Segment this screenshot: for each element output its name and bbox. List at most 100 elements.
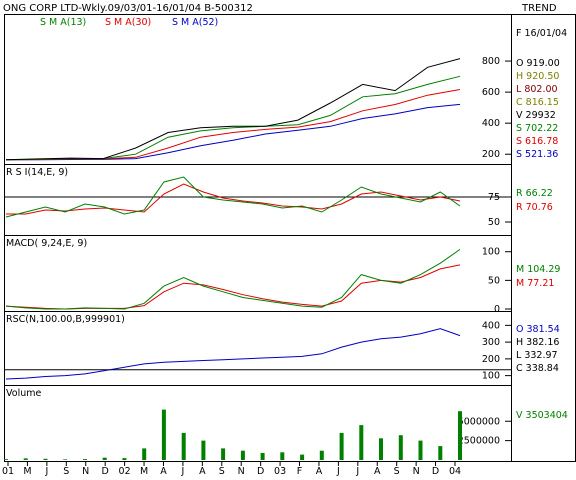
volume-bar [43, 458, 48, 460]
x-axis-tick-label: D [432, 466, 439, 477]
price-axis-tick-label: 200 [482, 149, 500, 160]
macd-value-2: M 77.21 [516, 278, 554, 289]
price-axis-tick-label: 400 [482, 118, 500, 129]
macd-axis-tick-label: 100 [482, 247, 500, 258]
x-axis-tick-label: J [181, 466, 185, 477]
rsc-axis-tick-label: 300 [482, 337, 500, 348]
rsi-panel [4, 164, 512, 236]
volume-bar [4, 459, 8, 460]
x-axis-tick-label: A [160, 466, 167, 477]
price-axis-tick-label: 600 [482, 87, 500, 98]
macd-axis-tick-label: 50 [488, 275, 500, 286]
macd-value-1: M 104.29 [516, 264, 560, 275]
volume-bar [339, 432, 344, 460]
volume-bar [221, 448, 226, 460]
x-axis-tick-label: J [44, 466, 48, 477]
sma52-legend: S M A(52) [172, 17, 218, 28]
macd-axis-tick-label: 0 [494, 304, 500, 315]
x-axis-tick-label: 02 [119, 466, 131, 477]
rsc-axis-tick-label: 200 [482, 354, 500, 365]
price-axis-tick-label: 800 [482, 56, 500, 67]
volume-bar [240, 450, 245, 460]
rsi-axis-tick-label: 50 [488, 217, 500, 228]
stock-chart: ONG CORP LTD-Wkly.09/03/01-16/01/04 B-50… [2, 3, 576, 477]
x-axis-tick-label: N [413, 466, 420, 477]
rsi-value-2: R 70.76 [516, 202, 553, 213]
x-axis-tick-label: A [374, 466, 381, 477]
volume-bar [181, 432, 186, 460]
chart-window: ONG CORP LTD-Wkly.09/03/01-16/01/04 B-50… [0, 0, 576, 480]
chart-title: ONG CORP LTD-Wkly.09/03/01-16/01/04 B-50… [3, 3, 253, 14]
info-sma30: S 616.78 [516, 136, 558, 147]
volume-bar [359, 425, 364, 460]
info-volume: V 29932 [516, 110, 556, 121]
volume-label: Volume [6, 388, 41, 399]
rsc-high: H 382.16 [516, 337, 559, 348]
info-low: L 802.00 [516, 84, 558, 95]
rsi-value-1: R 66.22 [516, 188, 553, 199]
volume-bar [438, 446, 443, 460]
volume-axis-tick-label: 2500000 [458, 436, 500, 447]
trend-label: TREND [521, 3, 557, 14]
rsc-line [5, 328, 461, 380]
x-axis-tick-label: F [297, 466, 302, 477]
volume-bar [300, 454, 305, 460]
volume-axis-tick-label: 5000000 [458, 416, 500, 427]
volume-panel [4, 385, 512, 462]
volume-bar [122, 458, 127, 460]
volume-bar [398, 435, 403, 460]
info-sma52: S 521.36 [516, 149, 558, 160]
volume-bar [280, 452, 285, 461]
rsi-signal-line [6, 183, 461, 215]
volume-bar [142, 448, 147, 460]
x-axis-tick-label: 04 [449, 466, 461, 477]
sma13-legend: S M A(13) [40, 17, 86, 28]
volume-bar [23, 458, 28, 460]
info-high: H 920.50 [516, 71, 559, 82]
volume-bar [458, 411, 462, 460]
volume-bar [319, 450, 324, 460]
rsc-low: L 332.97 [516, 350, 558, 361]
x-axis-tick-label: M [140, 466, 148, 477]
x-axis-tick-label: A [316, 466, 323, 477]
info-open: O 919.00 [516, 58, 560, 69]
volume-bar [102, 457, 107, 460]
x-axis-tick-label: A [199, 466, 206, 477]
macd-line [5, 248, 461, 310]
x-axis-tick-label: J [336, 466, 340, 477]
x-axis-tick-label: N [238, 466, 245, 477]
x-axis-tick-label: J [355, 466, 359, 477]
chart-marks: 2004006008005075050100100200300400250000… [2, 56, 511, 477]
info-date: F 16/01/04 [516, 28, 567, 39]
x-axis-tick-label: N [82, 466, 89, 477]
sma30-line [5, 89, 461, 161]
volume-bar [379, 438, 383, 460]
price-line [5, 58, 461, 161]
sma13-line [5, 75, 461, 161]
volume-bar [260, 453, 265, 460]
volume-bar [161, 409, 166, 460]
rsc-open: O 381.54 [516, 324, 560, 335]
rsi-label: R S I(14,E, 9) [6, 167, 68, 178]
rsc-axis-tick-label: 100 [482, 371, 500, 382]
macd-signal-line [5, 264, 461, 310]
price-panel [4, 14, 512, 165]
panel-frames [4, 14, 576, 462]
x-axis-tick-label: D [102, 466, 109, 477]
x-axis-tick-label: S [394, 466, 400, 477]
x-axis-tick-label: 03 [274, 466, 286, 477]
rsc-close: C 338.84 [516, 363, 559, 374]
volume-bar [83, 459, 87, 460]
info-sma13: S 702.22 [516, 123, 558, 134]
macd-label: MACD( 9,24,E, 9) [6, 238, 87, 249]
rsc-axis-tick-label: 400 [482, 320, 500, 331]
volume-bar [63, 459, 68, 460]
sma30-legend: S M A(30) [105, 17, 151, 28]
x-axis-tick-label: 01 [2, 466, 14, 477]
rsc-label: RSC(N,100.00,B,999901) [6, 314, 125, 325]
x-axis-tick-label: S [63, 466, 69, 477]
info-close: C 816.15 [516, 97, 559, 108]
x-axis-tick-label: S [219, 466, 225, 477]
x-axis-tick-label: M [23, 466, 31, 477]
volume-bar [418, 440, 423, 460]
